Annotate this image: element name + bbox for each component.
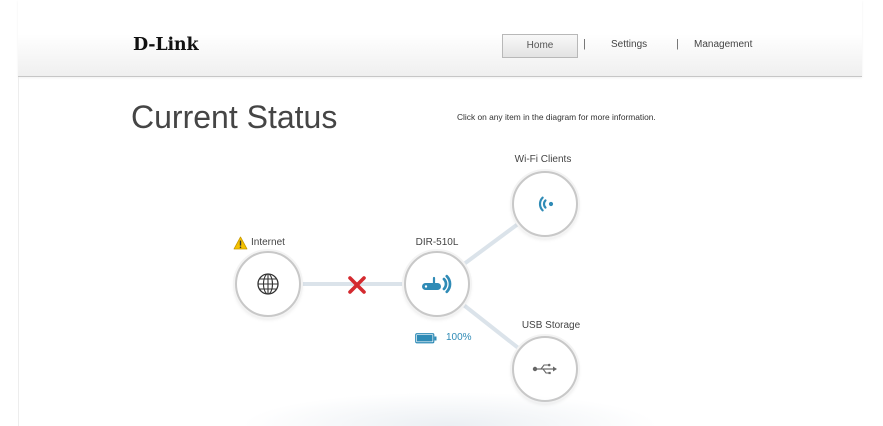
usb-storage-label: USB Storage — [521, 320, 581, 331]
wifi-icon — [538, 196, 554, 212]
brand-logo: D-Link — [133, 35, 199, 55]
router-icon — [422, 274, 452, 294]
nav-tab-home[interactable]: Home — [502, 34, 578, 58]
wifi-clients-node[interactable] — [512, 171, 578, 237]
floor-shadow — [240, 392, 660, 426]
router-node[interactable] — [404, 251, 470, 317]
page-title: Current Status — [131, 99, 338, 135]
disconnected-x-icon — [348, 276, 366, 294]
content-frame-edge — [18, 77, 19, 426]
battery-icon — [415, 333, 437, 344]
router-label: DIR-510L — [415, 237, 459, 248]
globe-icon — [257, 273, 279, 295]
usb-icon — [532, 363, 557, 375]
diagram-hint: Click on any item in the diagram for mor… — [457, 112, 656, 122]
nav-separator: | — [676, 38, 679, 50]
nav-tab-management[interactable]: Management — [694, 39, 752, 51]
wifi-clients-label: Wi-Fi Clients — [514, 154, 572, 165]
internet-label: Internet — [251, 237, 285, 248]
nav-tab-settings[interactable]: Settings — [611, 39, 647, 51]
battery-level-label: 100% — [446, 332, 472, 343]
nav-separator: | — [583, 38, 586, 50]
internet-node[interactable] — [235, 251, 301, 317]
warning-icon — [233, 236, 248, 250]
